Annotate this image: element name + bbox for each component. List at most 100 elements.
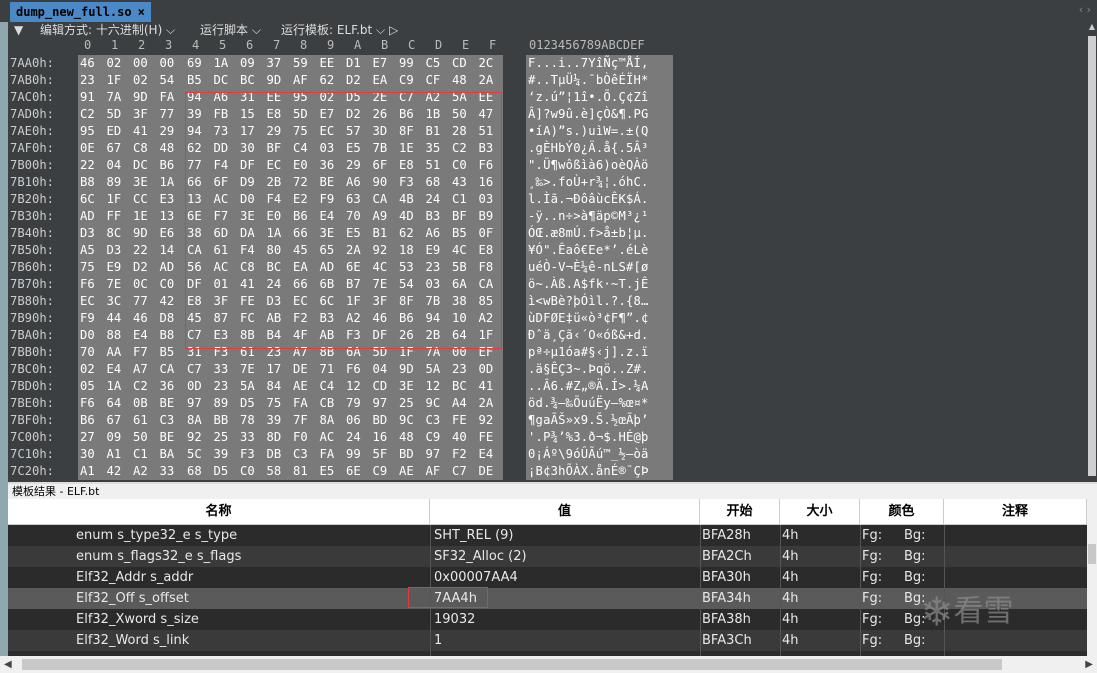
hex-byte[interactable]: 54 (160, 72, 175, 89)
ascii-text[interactable]: ‘z.ú”¦1î•.Õ.Ç¢Zî (528, 89, 649, 106)
hex-byte[interactable]: C3 (160, 412, 175, 429)
hex-byte[interactable]: 1A (214, 55, 229, 72)
hex-byte[interactable]: 39 (267, 412, 282, 429)
hex-byte[interactable]: BD (399, 446, 414, 463)
ascii-text[interactable]: ¶gaÃŠ»x9.Š.½œÃþ’ (528, 412, 649, 429)
hex-byte[interactable]: E7 (373, 55, 388, 72)
hex-byte[interactable]: 48 (160, 140, 175, 157)
hex-byte[interactable]: C9 (426, 429, 441, 446)
hex-byte[interactable]: E4 (479, 446, 494, 463)
hex-byte[interactable]: 02 (80, 361, 95, 378)
hex-byte[interactable]: ED (107, 123, 122, 140)
hex-byte[interactable]: 05 (80, 378, 95, 395)
hex-byte[interactable]: D0 (80, 327, 95, 344)
hex-byte[interactable]: CA (160, 361, 175, 378)
hex-byte[interactable]: 09 (240, 55, 255, 72)
hex-byte[interactable]: 0E (80, 140, 95, 157)
ascii-text[interactable]: Â]?w9û.è]çÒ&¶.PG (528, 106, 649, 123)
hex-byte[interactable]: 42 (107, 463, 122, 480)
hex-byte[interactable]: B5 (160, 344, 175, 361)
hex-byte[interactable]: 48 (452, 72, 467, 89)
col-value[interactable]: 值 (430, 499, 700, 524)
hex-byte[interactable]: 67 (107, 140, 122, 157)
hex-byte[interactable]: 23 (80, 72, 95, 89)
hex-byte[interactable]: 84 (267, 378, 282, 395)
run-script-dropdown[interactable]: 运行脚本 ⌵ (200, 22, 261, 38)
table-row[interactable]: enum s_flags32_e s_flags SF32_Alloc (2) BF… (8, 546, 1087, 567)
table-row[interactable]: enum s_type32_e s_type SHT_REL (9) BFA28h 4… (8, 525, 1087, 546)
col-start[interactable]: 开始 (700, 499, 780, 524)
hex-byte[interactable]: 75 (80, 259, 95, 276)
hex-byte[interactable]: 39 (214, 446, 229, 463)
hex-byte[interactable]: 16 (373, 429, 388, 446)
hex-byte[interactable]: 81 (293, 463, 308, 480)
hex-byte[interactable]: AA (107, 344, 122, 361)
hex-byte[interactable]: 9D (267, 72, 282, 89)
hex-byte[interactable]: C3 (426, 412, 441, 429)
hex-byte[interactable]: 25 (214, 429, 229, 446)
hex-byte[interactable]: 75 (267, 395, 282, 412)
hex-byte[interactable]: BE (160, 429, 175, 446)
hex-byte[interactable]: 3E (399, 378, 414, 395)
hex-byte[interactable]: C1 (133, 446, 148, 463)
hex-byte[interactable]: 33 (240, 429, 255, 446)
scroll-thumb[interactable] (22, 659, 1002, 670)
hex-byte[interactable]: 6C (80, 191, 95, 208)
hex-byte[interactable]: A4 (452, 395, 467, 412)
hex-byte[interactable]: FA (320, 446, 335, 463)
ascii-text[interactable]: l.Ìã.¬ÐôâùcÊK$Á. (528, 191, 649, 208)
hex-byte[interactable]: 23 (452, 361, 467, 378)
ascii-text[interactable]: ".Ü¶wôßìà6)oèQÀö (528, 157, 649, 174)
ascii-text[interactable]: ¸‰>.foÙ+r¾¦.óhC. (528, 174, 649, 191)
hex-byte[interactable]: 09 (107, 429, 122, 446)
hex-byte[interactable]: 97 (373, 395, 388, 412)
hex-byte[interactable]: E6 (160, 225, 175, 242)
hex-byte[interactable]: AE (293, 378, 308, 395)
ascii-text[interactable]: .ä§ÊÇ3~.Þqö..Z#. (528, 361, 649, 378)
hex-byte[interactable]: 5F (373, 446, 388, 463)
hex-byte[interactable]: C5 (426, 55, 441, 72)
hex-byte[interactable]: FA (160, 89, 175, 106)
hex-byte[interactable]: 3F (133, 106, 148, 123)
hex-byte[interactable]: 48 (399, 429, 414, 446)
hex-byte[interactable]: 12 (426, 378, 441, 395)
hex-byte[interactable]: A2 (133, 463, 148, 480)
hex-byte[interactable]: F6 (346, 361, 361, 378)
hex-byte[interactable]: E3 (160, 191, 175, 208)
hex-byte[interactable]: 1A (160, 174, 175, 191)
hex-byte[interactable]: D2 (133, 259, 148, 276)
hex-byte[interactable]: C7 (452, 463, 467, 480)
hex-byte[interactable]: 97 (426, 446, 441, 463)
hex-byte[interactable]: C9 (399, 72, 414, 89)
hex-byte[interactable]: CD (452, 55, 467, 72)
ascii-text[interactable]: ÓŒ.æ8mÚ.f>å±b¦µ. (528, 225, 649, 242)
hex-byte[interactable]: BE (160, 395, 175, 412)
hex-byte[interactable]: B8 (80, 174, 95, 191)
hex-byte[interactable]: 37 (267, 55, 282, 72)
hex-byte[interactable]: D2 (346, 72, 361, 89)
ascii-text[interactable]: ¡B¢3hÕÀX.ånÉ®¯ÇÞ (528, 463, 649, 480)
hex-byte[interactable]: A7 (133, 361, 148, 378)
hex-byte[interactable]: 1F (107, 191, 122, 208)
hex-byte[interactable]: 9D (399, 361, 414, 378)
hex-byte[interactable]: 0D (187, 378, 202, 395)
hex-byte[interactable]: 5A (426, 361, 441, 378)
ascii-text[interactable]: ì<wBè?þÓìl.?.{8… (528, 293, 649, 310)
ascii-text[interactable]: #..TµÜ¼.¯bÒêÉÏH* (528, 72, 649, 89)
hex-byte[interactable]: FF (107, 208, 122, 225)
hex-byte[interactable]: 77 (160, 106, 175, 123)
hex-byte[interactable]: 2A (479, 72, 494, 89)
hex-byte[interactable]: 8C (107, 225, 122, 242)
hex-byte[interactable]: 62 (320, 72, 335, 89)
hex-byte[interactable]: 68 (187, 463, 202, 480)
hex-byte[interactable]: 95 (80, 123, 95, 140)
hex-byte[interactable]: F9 (80, 310, 95, 327)
hex-byte[interactable]: 91 (80, 89, 95, 106)
hex-byte[interactable]: 89 (107, 174, 122, 191)
ascii-text[interactable]: öd.¾—‰ÕuúËy—%œ¤* (528, 395, 649, 412)
hex-byte[interactable]: 70 (80, 344, 95, 361)
hex-byte[interactable]: 14 (160, 242, 175, 259)
hex-byte[interactable]: D3 (80, 225, 95, 242)
hex-byte[interactable]: 59 (293, 55, 308, 72)
hex-byte[interactable]: 33 (214, 361, 229, 378)
